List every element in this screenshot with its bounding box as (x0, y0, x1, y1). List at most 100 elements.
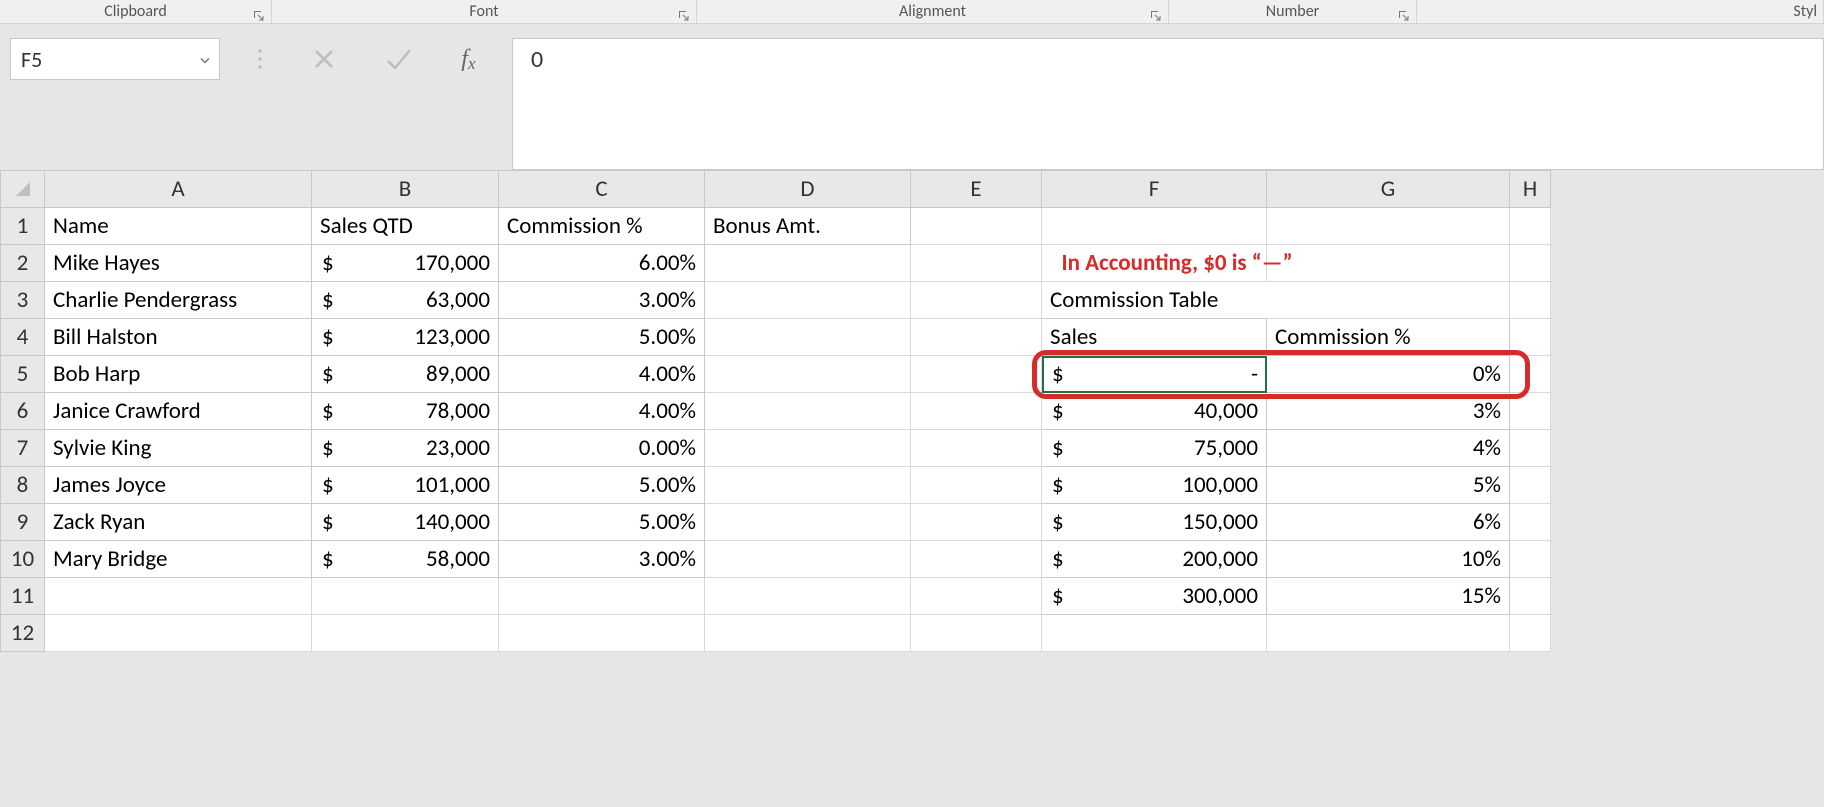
cell[interactable] (705, 504, 911, 541)
cell[interactable] (1510, 578, 1551, 615)
cell[interactable] (705, 467, 911, 504)
cell[interactable] (1267, 208, 1510, 245)
cell[interactable]: 4.00% (499, 393, 705, 430)
cell[interactable] (705, 356, 911, 393)
cell[interactable]: 3% (1267, 393, 1510, 430)
column-header[interactable]: D (705, 171, 911, 208)
row-header[interactable]: 2 (1, 245, 45, 282)
cell[interactable]: $150,000 (1042, 504, 1267, 541)
ribbon-group-alignment[interactable]: Alignment (697, 0, 1169, 23)
name-box[interactable]: F5 (10, 38, 220, 80)
cell[interactable]: Sales QTD (312, 208, 499, 245)
cell[interactable] (1267, 615, 1510, 652)
cell[interactable] (911, 282, 1042, 319)
cell[interactable] (1510, 467, 1551, 504)
dialog-launcher-icon[interactable] (1398, 8, 1410, 20)
cell[interactable]: Mike Hayes (45, 245, 312, 282)
cell[interactable]: $89,000 (312, 356, 499, 393)
row-header[interactable]: 4 (1, 319, 45, 356)
column-header[interactable]: H (1510, 171, 1551, 208)
enter-icon[interactable] (384, 46, 414, 72)
cell[interactable]: $23,000 (312, 430, 499, 467)
cell[interactable]: $170,000 (312, 245, 499, 282)
row-header[interactable]: 7 (1, 430, 45, 467)
cell[interactable] (911, 208, 1042, 245)
cell[interactable] (705, 245, 911, 282)
cell[interactable] (705, 615, 911, 652)
cell[interactable]: $100,000 (1042, 467, 1267, 504)
cell[interactable]: 5.00% (499, 319, 705, 356)
cell[interactable] (1510, 393, 1551, 430)
cell[interactable]: $58,000 (312, 541, 499, 578)
cell[interactable]: Zack Ryan (45, 504, 312, 541)
cell[interactable] (499, 578, 705, 615)
cell[interactable] (911, 467, 1042, 504)
cell[interactable] (705, 541, 911, 578)
cell[interactable]: Bonus Amt. (705, 208, 911, 245)
cell[interactable] (705, 393, 911, 430)
chevron-down-icon[interactable] (199, 46, 211, 73)
cell[interactable] (1510, 430, 1551, 467)
ribbon-group-number[interactable]: Number (1169, 0, 1417, 23)
cell[interactable] (911, 430, 1042, 467)
cell[interactable] (911, 541, 1042, 578)
cell[interactable] (705, 282, 911, 319)
worksheet[interactable]: ABCDEFGH1NameSales QTDCommission %Bonus … (0, 170, 1824, 652)
dialog-launcher-icon[interactable] (1150, 8, 1162, 20)
row-header[interactable]: 12 (1, 615, 45, 652)
cell[interactable]: James Joyce (45, 467, 312, 504)
row-header[interactable]: 11 (1, 578, 45, 615)
cell[interactable] (1510, 282, 1551, 319)
cell[interactable]: 4% (1267, 430, 1510, 467)
row-header[interactable]: 10 (1, 541, 45, 578)
column-header[interactable]: E (911, 171, 1042, 208)
cell[interactable]: 6.00% (499, 245, 705, 282)
row-header[interactable]: 5 (1, 356, 45, 393)
cancel-icon[interactable] (311, 46, 337, 72)
cell[interactable] (911, 245, 1042, 282)
row-header[interactable]: 6 (1, 393, 45, 430)
cell[interactable] (911, 504, 1042, 541)
cell[interactable] (1510, 319, 1551, 356)
ribbon-group-clipboard[interactable]: Clipboard (0, 0, 272, 23)
cell[interactable]: 0.00% (499, 430, 705, 467)
cell[interactable]: Bob Harp (45, 356, 312, 393)
cell[interactable] (45, 615, 312, 652)
cell[interactable] (1510, 356, 1551, 393)
dialog-launcher-icon[interactable] (678, 8, 690, 20)
cell[interactable] (1267, 282, 1510, 319)
cell[interactable]: 15% (1267, 578, 1510, 615)
cell[interactable] (312, 615, 499, 652)
column-header[interactable]: A (45, 171, 312, 208)
cell[interactable]: $123,000 (312, 319, 499, 356)
cell[interactable] (1510, 208, 1551, 245)
column-header[interactable]: G (1267, 171, 1510, 208)
cell[interactable]: 5.00% (499, 504, 705, 541)
cell[interactable]: Sales (1042, 319, 1267, 356)
row-header[interactable]: 9 (1, 504, 45, 541)
cell[interactable] (1042, 615, 1267, 652)
cell[interactable] (705, 430, 911, 467)
cell[interactable]: Commission % (1267, 319, 1510, 356)
cell[interactable] (1510, 541, 1551, 578)
cell[interactable] (1510, 504, 1551, 541)
column-header[interactable]: F (1042, 171, 1267, 208)
cell[interactable] (705, 578, 911, 615)
cell[interactable]: 5% (1267, 467, 1510, 504)
row-header[interactable]: 3 (1, 282, 45, 319)
cell[interactable]: 10% (1267, 541, 1510, 578)
cell[interactable]: Mary Bridge (45, 541, 312, 578)
cell[interactable]: Charlie Pendergrass (45, 282, 312, 319)
cell[interactable]: 5.00% (499, 467, 705, 504)
cell[interactable] (1510, 615, 1551, 652)
cell[interactable] (45, 578, 312, 615)
cell[interactable] (312, 578, 499, 615)
cell[interactable]: $63,000 (312, 282, 499, 319)
column-header[interactable]: C (499, 171, 705, 208)
cell[interactable]: 4.00% (499, 356, 705, 393)
cell[interactable]: Commission Table (1042, 282, 1267, 319)
cell[interactable] (911, 356, 1042, 393)
ribbon-group-styles[interactable]: Styl (1417, 0, 1824, 23)
cell[interactable]: 0% (1267, 356, 1510, 393)
cell[interactable]: Janice Crawford (45, 393, 312, 430)
